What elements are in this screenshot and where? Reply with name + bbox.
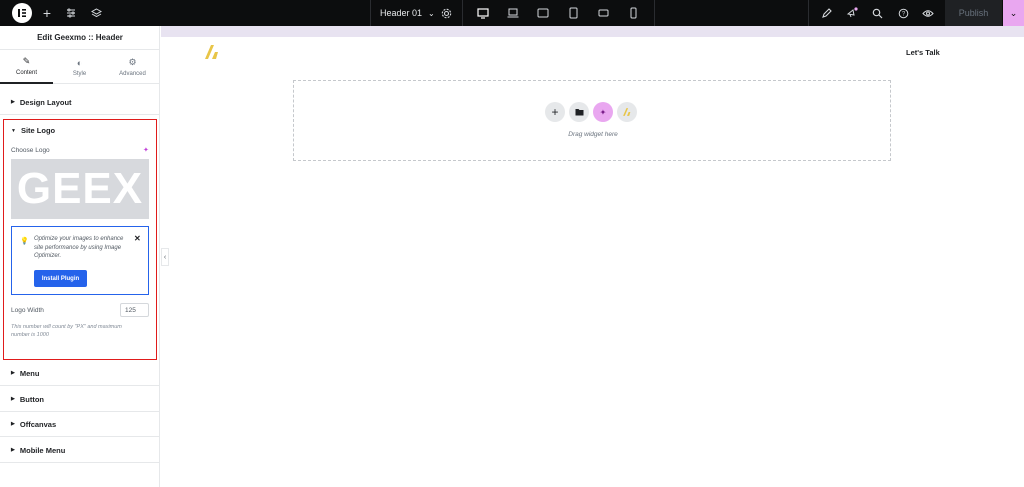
logo-preview[interactable]: GEEX — [11, 159, 149, 219]
lets-talk-link[interactable]: Let's Talk — [906, 48, 940, 57]
caret-right-icon: ▶ — [11, 370, 15, 376]
header-top-strip — [161, 26, 1024, 37]
sliders-icon[interactable] — [64, 0, 78, 26]
half-circle-icon: ◐ — [76, 57, 83, 68]
tab-label: Advanced — [119, 71, 146, 77]
section-label: Mobile Menu — [19, 445, 66, 455]
gear-icon: ⚙ — [128, 57, 137, 67]
collapse-panel-handle[interactable]: ‹ — [161, 248, 169, 266]
logo-width-help: This number will count by "PX" and maxim… — [11, 324, 122, 338]
folder-icon — [575, 109, 583, 116]
tab-label: Style — [72, 70, 87, 77]
notifications-icon[interactable] — [845, 0, 859, 26]
plus-icon: + — [551, 105, 559, 119]
chevron-down-icon[interactable]: ⌄ — [428, 9, 435, 18]
divider — [370, 0, 371, 26]
section-label: Site Logo — [20, 126, 56, 135]
chevron-down-icon: ⌄ — [1009, 7, 1018, 18]
divider — [462, 0, 463, 26]
divider — [808, 0, 809, 26]
layers-icon[interactable] — [89, 0, 103, 26]
section-label: Menu — [19, 368, 40, 378]
drag-widget-hint: Drag widget here — [568, 131, 618, 138]
preview-canvas: Let's Talk + ✦ Drag widget here — [161, 26, 1024, 487]
pen-icon[interactable] — [819, 0, 833, 26]
section-label: Design Layout — [19, 97, 72, 107]
gear-icon[interactable] — [439, 0, 453, 26]
choose-logo-label: Choose Logo — [11, 147, 50, 154]
ai-sparkle-icon[interactable]: ✦ — [143, 146, 149, 154]
publish-button[interactable]: Publish — [945, 0, 1002, 26]
top-bar: + Header 01 ⌄ ? Publish ⌄ — [0, 0, 1024, 26]
document-name[interactable]: Header 01 ⌄ — [380, 0, 435, 26]
caret-right-icon: ▶ — [11, 99, 15, 105]
section-menu[interactable]: ▶ Menu — [0, 361, 160, 386]
site-logo-mark[interactable] — [203, 43, 221, 66]
section-design-layout[interactable]: ▶ Design Layout — [0, 90, 160, 115]
widget-dropzone[interactable]: + ✦ Drag widget here — [293, 80, 891, 161]
elementor-logo-icon[interactable] — [12, 3, 32, 23]
ai-generate-button[interactable]: ✦ — [593, 102, 613, 122]
logo-width-input[interactable]: 125 — [120, 303, 149, 317]
tab-content[interactable]: ✎ Content — [0, 50, 53, 84]
brand-mark-icon — [623, 108, 631, 116]
panel-tabs: ✎ Content ◐ Style ⚙ Advanced — [0, 50, 160, 84]
section-button[interactable]: ▶ Button — [0, 387, 160, 412]
search-icon[interactable] — [870, 0, 884, 26]
section-label: Offcanvas — [19, 419, 57, 429]
add-section-button[interactable]: + — [545, 102, 565, 122]
tablet-portrait-icon[interactable] — [565, 0, 581, 26]
caret-down-icon: ▼ — [11, 127, 16, 134]
section-label: Button — [19, 394, 45, 404]
ai-sparkle-icon: ✦ — [599, 107, 607, 117]
close-icon[interactable]: ✕ — [134, 234, 141, 243]
brand-widget-button[interactable] — [617, 102, 637, 122]
tablet-landscape-icon[interactable] — [535, 0, 551, 26]
install-plugin-button[interactable]: Install Plugin — [34, 270, 87, 287]
logo-width-label: Logo Width — [11, 307, 44, 314]
laptop-icon[interactable] — [505, 0, 521, 26]
plus-icon[interactable]: + — [40, 0, 54, 26]
document-name-label: Header 01 — [380, 8, 423, 18]
image-optimizer-notice: 💡 Optimize your images to enhance site p… — [11, 226, 149, 295]
desktop-icon[interactable] — [475, 0, 491, 26]
caret-right-icon: ▶ — [11, 447, 15, 453]
tab-advanced[interactable]: ⚙ Advanced — [106, 50, 159, 84]
logo-preview-text: GEEX — [16, 164, 144, 213]
tab-label: Content — [15, 70, 37, 76]
mobile-portrait-icon[interactable] — [625, 0, 641, 26]
template-library-button[interactable] — [569, 102, 589, 122]
divider — [654, 0, 655, 26]
svg-text:?: ? — [901, 11, 905, 17]
eye-icon[interactable] — [921, 0, 935, 26]
caret-right-icon: ▶ — [11, 421, 15, 427]
notice-text: Optimize your images to enhance site per… — [34, 236, 124, 259]
chevron-left-icon: ‹ — [163, 253, 167, 261]
panel-title: Edit Geexmo :: Header — [0, 26, 160, 50]
pencil-icon: ✎ — [22, 56, 31, 66]
section-site-logo[interactable]: ▼ Site Logo — [11, 126, 55, 135]
tab-style[interactable]: ◐ Style — [53, 50, 106, 84]
caret-right-icon: ▶ — [11, 396, 15, 402]
lightbulb-icon: 💡 — [20, 238, 29, 245]
section-mobile-menu[interactable]: ▶ Mobile Menu — [0, 438, 160, 463]
section-offcanvas[interactable]: ▶ Offcanvas — [0, 412, 160, 437]
mobile-landscape-icon[interactable] — [595, 0, 611, 26]
publish-options-button[interactable]: ⌄ — [1003, 0, 1024, 26]
help-icon[interactable]: ? — [896, 0, 910, 26]
